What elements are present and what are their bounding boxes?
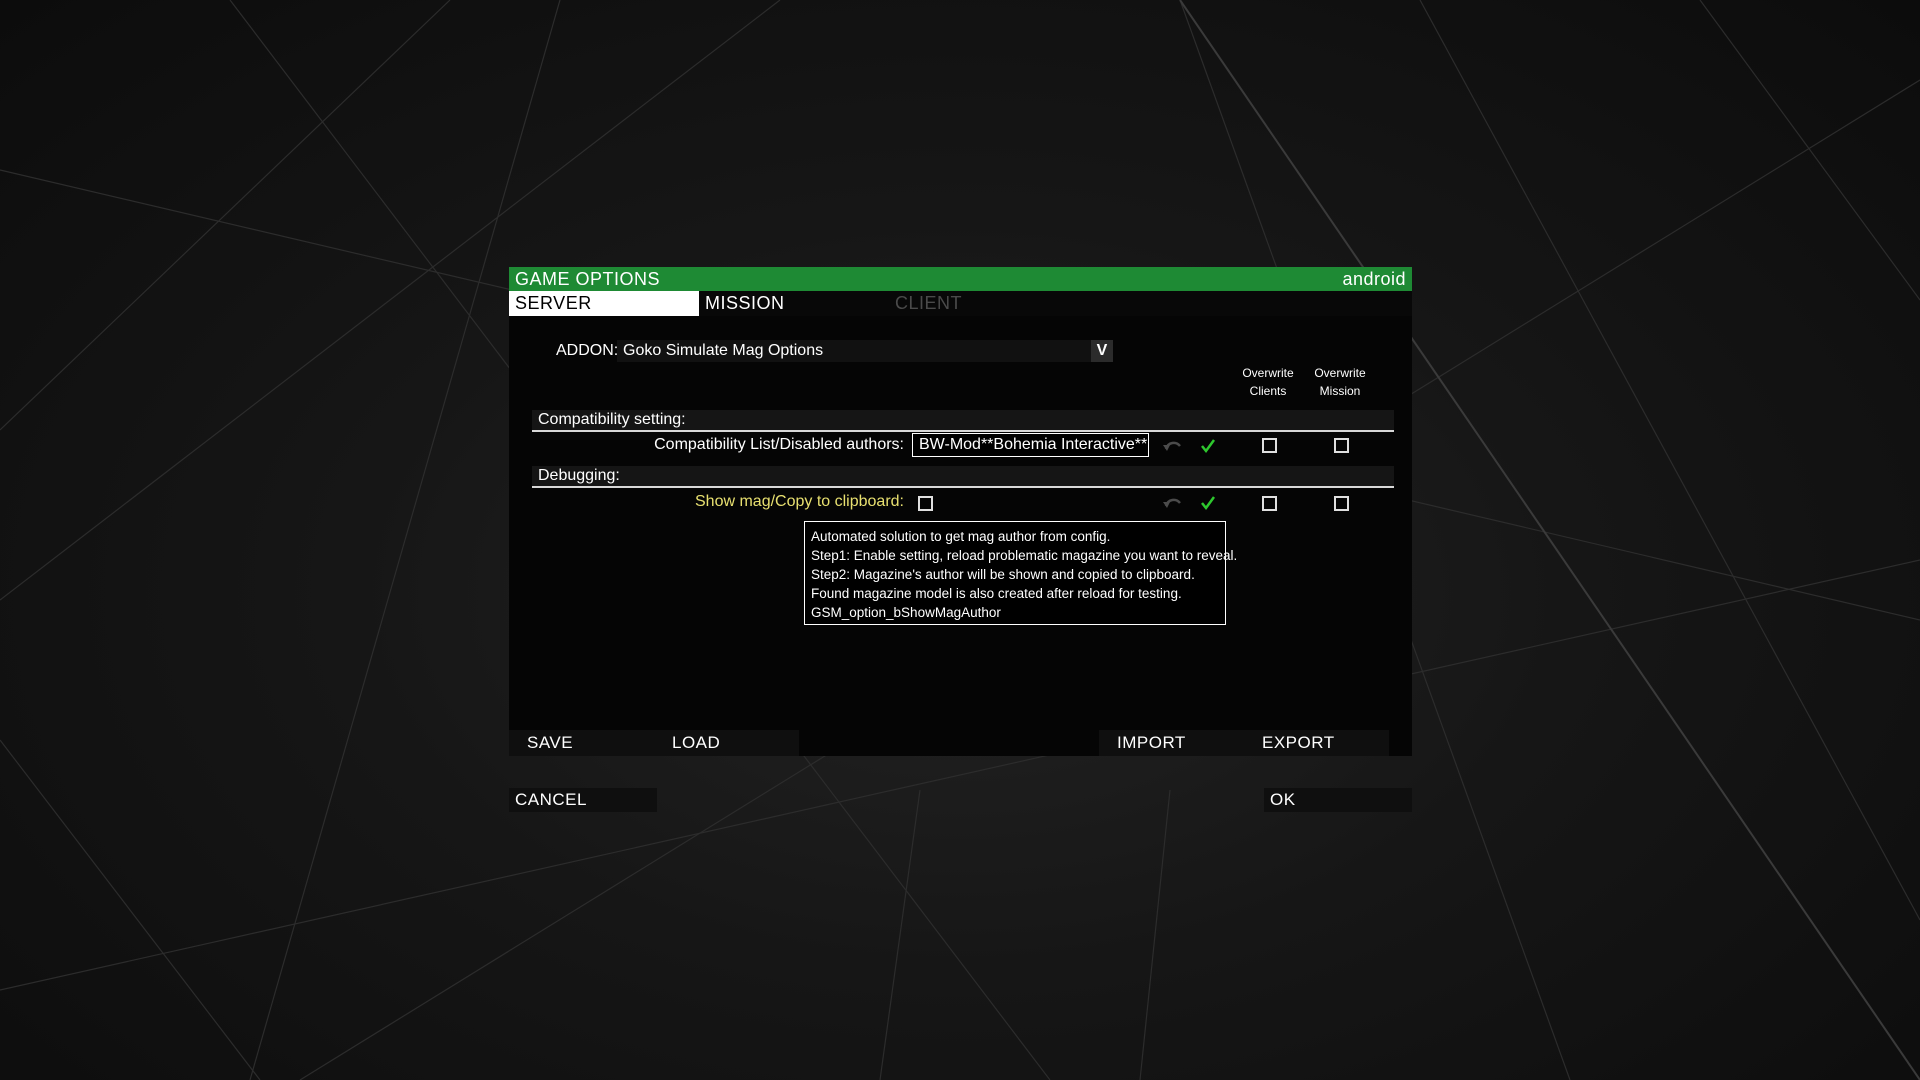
tab-mission[interactable]: MISSION bbox=[699, 291, 889, 316]
column-header-line: Clients bbox=[1249, 384, 1287, 398]
section-header-debugging: Debugging: bbox=[532, 466, 1394, 488]
save-button[interactable]: SAVE bbox=[509, 730, 654, 756]
column-header-line: Overwrite bbox=[1314, 366, 1366, 380]
tab-server[interactable]: SERVER bbox=[509, 291, 699, 316]
column-header-line: Overwrite bbox=[1242, 366, 1294, 380]
tab-bar: SERVER MISSION CLIENT bbox=[509, 291, 1412, 316]
setting-tooltip: Automated solution to get mag author fro… bbox=[804, 521, 1238, 625]
undo-arrow-icon[interactable] bbox=[1161, 436, 1183, 456]
column-header-overwrite-clients: Overwrite Clients bbox=[1233, 364, 1303, 400]
tooltip-line: Step1: Enable setting, reload problemati… bbox=[811, 548, 1238, 563]
compatibility-overwrite-clients-checkbox[interactable] bbox=[1262, 438, 1277, 453]
dropdown-arrow-icon[interactable]: V bbox=[1091, 340, 1113, 362]
dialog-title-bar: GAME OPTIONS android bbox=[509, 267, 1412, 291]
checkmark-icon[interactable] bbox=[1199, 494, 1217, 512]
dialog-title: GAME OPTIONS bbox=[515, 269, 661, 289]
compatibility-list-label: Compatibility List/Disabled authors: bbox=[654, 436, 904, 453]
show-mag-checkbox[interactable] bbox=[918, 496, 933, 511]
load-button[interactable]: LOAD bbox=[654, 730, 799, 756]
addon-dropdown[interactable]: Goko Simulate Mag Options bbox=[617, 340, 1112, 362]
ok-button[interactable]: OK bbox=[1264, 788, 1412, 812]
cancel-button[interactable]: CANCEL bbox=[509, 788, 657, 812]
compatibility-overwrite-mission-checkbox[interactable] bbox=[1334, 438, 1349, 453]
tooltip-line: Automated solution to get mag author fro… bbox=[811, 529, 1111, 544]
profile-name: android bbox=[1342, 269, 1406, 289]
game-options-dialog: GAME OPTIONS android SERVER MISSION CLIE… bbox=[509, 267, 1412, 812]
tooltip-line: GSM_option_bShowMagAuthor bbox=[811, 605, 1001, 620]
column-header-overwrite-mission: Overwrite Mission bbox=[1305, 364, 1375, 400]
column-header-line: Mission bbox=[1319, 384, 1361, 398]
show-mag-label: Show mag/Copy to clipboard: bbox=[695, 493, 904, 510]
undo-arrow-icon[interactable] bbox=[1161, 493, 1183, 513]
import-button[interactable]: IMPORT bbox=[1099, 730, 1244, 756]
tab-client: CLIENT bbox=[895, 293, 963, 313]
addon-label: ADDON: bbox=[556, 342, 619, 359]
section-header-compatibility: Compatibility setting: bbox=[532, 410, 1394, 432]
export-button[interactable]: EXPORT bbox=[1244, 730, 1389, 756]
tooltip-line: Step2: Magazine's author will be shown a… bbox=[811, 567, 1195, 582]
options-content: ADDON: Goko Simulate Mag Options V Overw… bbox=[509, 316, 1412, 756]
debug-overwrite-clients-checkbox[interactable] bbox=[1262, 496, 1277, 511]
tooltip-line: Found magazine model is also created aft… bbox=[811, 586, 1182, 601]
checkmark-icon[interactable] bbox=[1199, 437, 1217, 455]
debug-overwrite-mission-checkbox[interactable] bbox=[1334, 496, 1349, 511]
compatibility-list-input[interactable]: BW-Mod**Bohemia Interactive**Ex bbox=[912, 433, 1149, 457]
